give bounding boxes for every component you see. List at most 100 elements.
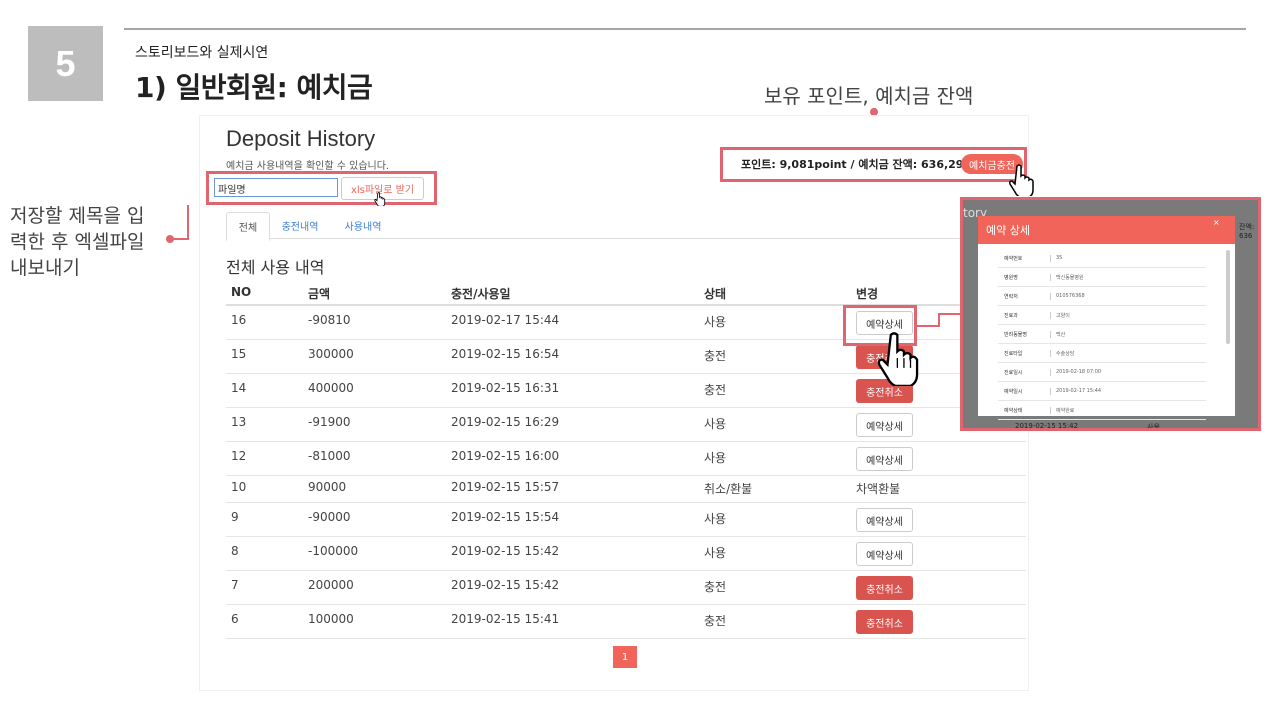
modal-field-label: 반려동물명 bbox=[1004, 332, 1028, 338]
cell-amount: -90000 bbox=[308, 510, 351, 524]
annotation-dot bbox=[870, 108, 878, 116]
highlight-box-balance bbox=[720, 147, 1027, 182]
cell-no: 9 bbox=[231, 510, 239, 524]
annotation-export-line1: 저장할 제목을 입 bbox=[10, 205, 145, 227]
tab-charge-history[interactable]: 충전내역 bbox=[272, 212, 328, 239]
filename-input[interactable]: 파일명 bbox=[214, 178, 338, 197]
table-row-divider bbox=[226, 604, 1026, 605]
cell-amount: 100000 bbox=[308, 612, 354, 626]
cell-no: 10 bbox=[231, 479, 247, 494]
modal-field-label: 진료과 bbox=[1004, 313, 1018, 319]
modal-field-label: 병원명 bbox=[1004, 275, 1018, 281]
modal-field-value: 수술상담 bbox=[1056, 351, 1075, 357]
cell-no: 13 bbox=[231, 415, 247, 429]
cancel-charge-button[interactable]: 충전취소 bbox=[856, 576, 913, 600]
modal-field-divider bbox=[998, 343, 1206, 344]
tab-usage-history[interactable]: 사용내역 bbox=[334, 212, 392, 239]
cell-amount: -81000 bbox=[308, 449, 351, 463]
modal-field-divider bbox=[998, 324, 1206, 325]
modal-field-separator bbox=[1050, 388, 1051, 395]
table-row-divider bbox=[226, 475, 1026, 476]
cell-amount: 200000 bbox=[308, 578, 354, 592]
annotation-connector bbox=[187, 205, 189, 240]
cell-date: 2019-02-15 15:41 bbox=[451, 612, 560, 626]
cell-date: 2019-02-15 15:54 bbox=[451, 510, 560, 524]
modal-field-divider bbox=[998, 305, 1206, 306]
column-header-change: 변경 bbox=[856, 287, 879, 301]
cell-date: 2019-02-15 15:42 bbox=[451, 544, 560, 558]
modal-field-separator bbox=[1050, 331, 1051, 338]
cell-status: 사용 bbox=[704, 417, 727, 431]
cell-date: 2019-02-15 15:42 bbox=[451, 578, 560, 592]
modal-field-separator bbox=[1050, 312, 1051, 319]
modal-scrollbar[interactable] bbox=[1226, 250, 1230, 344]
annotation-balance: 보유 포인트, 예치금 잔액 bbox=[764, 84, 974, 108]
cell-status: 충전 bbox=[704, 383, 727, 397]
cancel-charge-button[interactable]: 충전취소 bbox=[856, 610, 913, 634]
modal-field-value: 예약완료 bbox=[1056, 408, 1075, 414]
column-header-date: 충전/사용일 bbox=[451, 287, 511, 301]
annotation-export: 저장할 제목을 입 력한 후 엑셀파일 내보내기 bbox=[10, 203, 170, 281]
tab-all[interactable]: 전체 bbox=[226, 212, 270, 241]
modal-field-value: 35 bbox=[1056, 255, 1063, 261]
modal-field-label: 연락처 bbox=[1004, 294, 1018, 300]
annotation-connector bbox=[917, 325, 939, 327]
table-row-divider bbox=[226, 536, 1026, 537]
reservation-detail-button[interactable]: 예약상세 bbox=[856, 447, 913, 471]
modal-field-value: 고양이 bbox=[1056, 313, 1070, 319]
cell-amount: 400000 bbox=[308, 381, 354, 395]
modal-field-label: 진료타입 bbox=[1004, 351, 1023, 357]
table-row-divider bbox=[226, 570, 1026, 571]
cell-amount: 90000 bbox=[308, 479, 347, 494]
page-title: Deposit History bbox=[226, 126, 376, 151]
cell-status: 사용 bbox=[704, 315, 727, 329]
reservation-detail-button[interactable]: 예약상세 bbox=[856, 413, 913, 437]
cell-status: 사용 bbox=[704, 451, 727, 465]
modal-field-separator bbox=[1050, 369, 1051, 376]
cell-date: 2019-02-15 16:31 bbox=[451, 381, 560, 395]
column-header-no: NO bbox=[231, 285, 252, 299]
cell-status: 취소/환불 bbox=[704, 481, 753, 496]
bg-row-date: 2019-02-15 15:42 bbox=[1015, 422, 1079, 430]
reservation-detail-button[interactable]: 예약상세 bbox=[856, 508, 913, 532]
cell-amount: -100000 bbox=[308, 544, 359, 558]
pagination-page-1[interactable]: 1 bbox=[613, 646, 637, 668]
modal-field-divider bbox=[998, 381, 1206, 382]
cell-date: 2019-02-17 15:44 bbox=[451, 313, 560, 327]
modal-field-separator bbox=[1050, 350, 1051, 357]
table-row-divider bbox=[226, 502, 1026, 503]
modal-field-value: 백신동물병원 bbox=[1056, 275, 1084, 281]
slide-number: 5 bbox=[28, 26, 103, 101]
modal-field-label: 예약상태 bbox=[1004, 408, 1023, 414]
cell-no: 6 bbox=[231, 612, 239, 626]
section-title: 전체 사용 내역 bbox=[226, 258, 325, 277]
header-divider bbox=[124, 28, 1246, 30]
modal-field-divider bbox=[998, 419, 1206, 420]
reservation-detail-button[interactable]: 예약상세 bbox=[856, 542, 913, 566]
annotation-connector bbox=[938, 314, 940, 327]
cell-date: 2019-02-15 15:57 bbox=[451, 479, 560, 494]
modal-close-icon[interactable]: × bbox=[1213, 218, 1220, 227]
modal-field-separator bbox=[1050, 407, 1051, 414]
cell-status: 충전 bbox=[704, 580, 727, 594]
hand-cursor-icon bbox=[877, 332, 919, 386]
modal-field-separator bbox=[1050, 293, 1051, 300]
bg-balance-fragment: 잔액: 636 bbox=[1239, 223, 1255, 240]
annotation-export-line3: 내보내기 bbox=[10, 257, 80, 279]
hand-cursor-icon bbox=[1009, 164, 1034, 196]
modal-field-label: 예약일시 bbox=[1004, 389, 1023, 395]
cell-amount: 300000 bbox=[308, 347, 354, 361]
annotation-connector bbox=[170, 238, 188, 240]
modal-title: 예약 상세 bbox=[986, 224, 1030, 237]
column-header-amount: 금액 bbox=[308, 287, 331, 301]
modal-field-divider bbox=[998, 400, 1206, 401]
slide-title: 1) 일반회원: 예치금 bbox=[135, 71, 373, 104]
cell-date: 2019-02-15 16:00 bbox=[451, 449, 560, 463]
cell-status: 충전 bbox=[704, 349, 727, 363]
bg-row-status: 사용 bbox=[1147, 423, 1160, 431]
modal-field-label: 진료일시 bbox=[1004, 370, 1023, 376]
hand-cursor-icon bbox=[374, 192, 386, 206]
modal-field-separator bbox=[1050, 274, 1051, 281]
cell-status: 사용 bbox=[704, 546, 727, 560]
modal-field-value: 010576368 bbox=[1056, 293, 1085, 299]
